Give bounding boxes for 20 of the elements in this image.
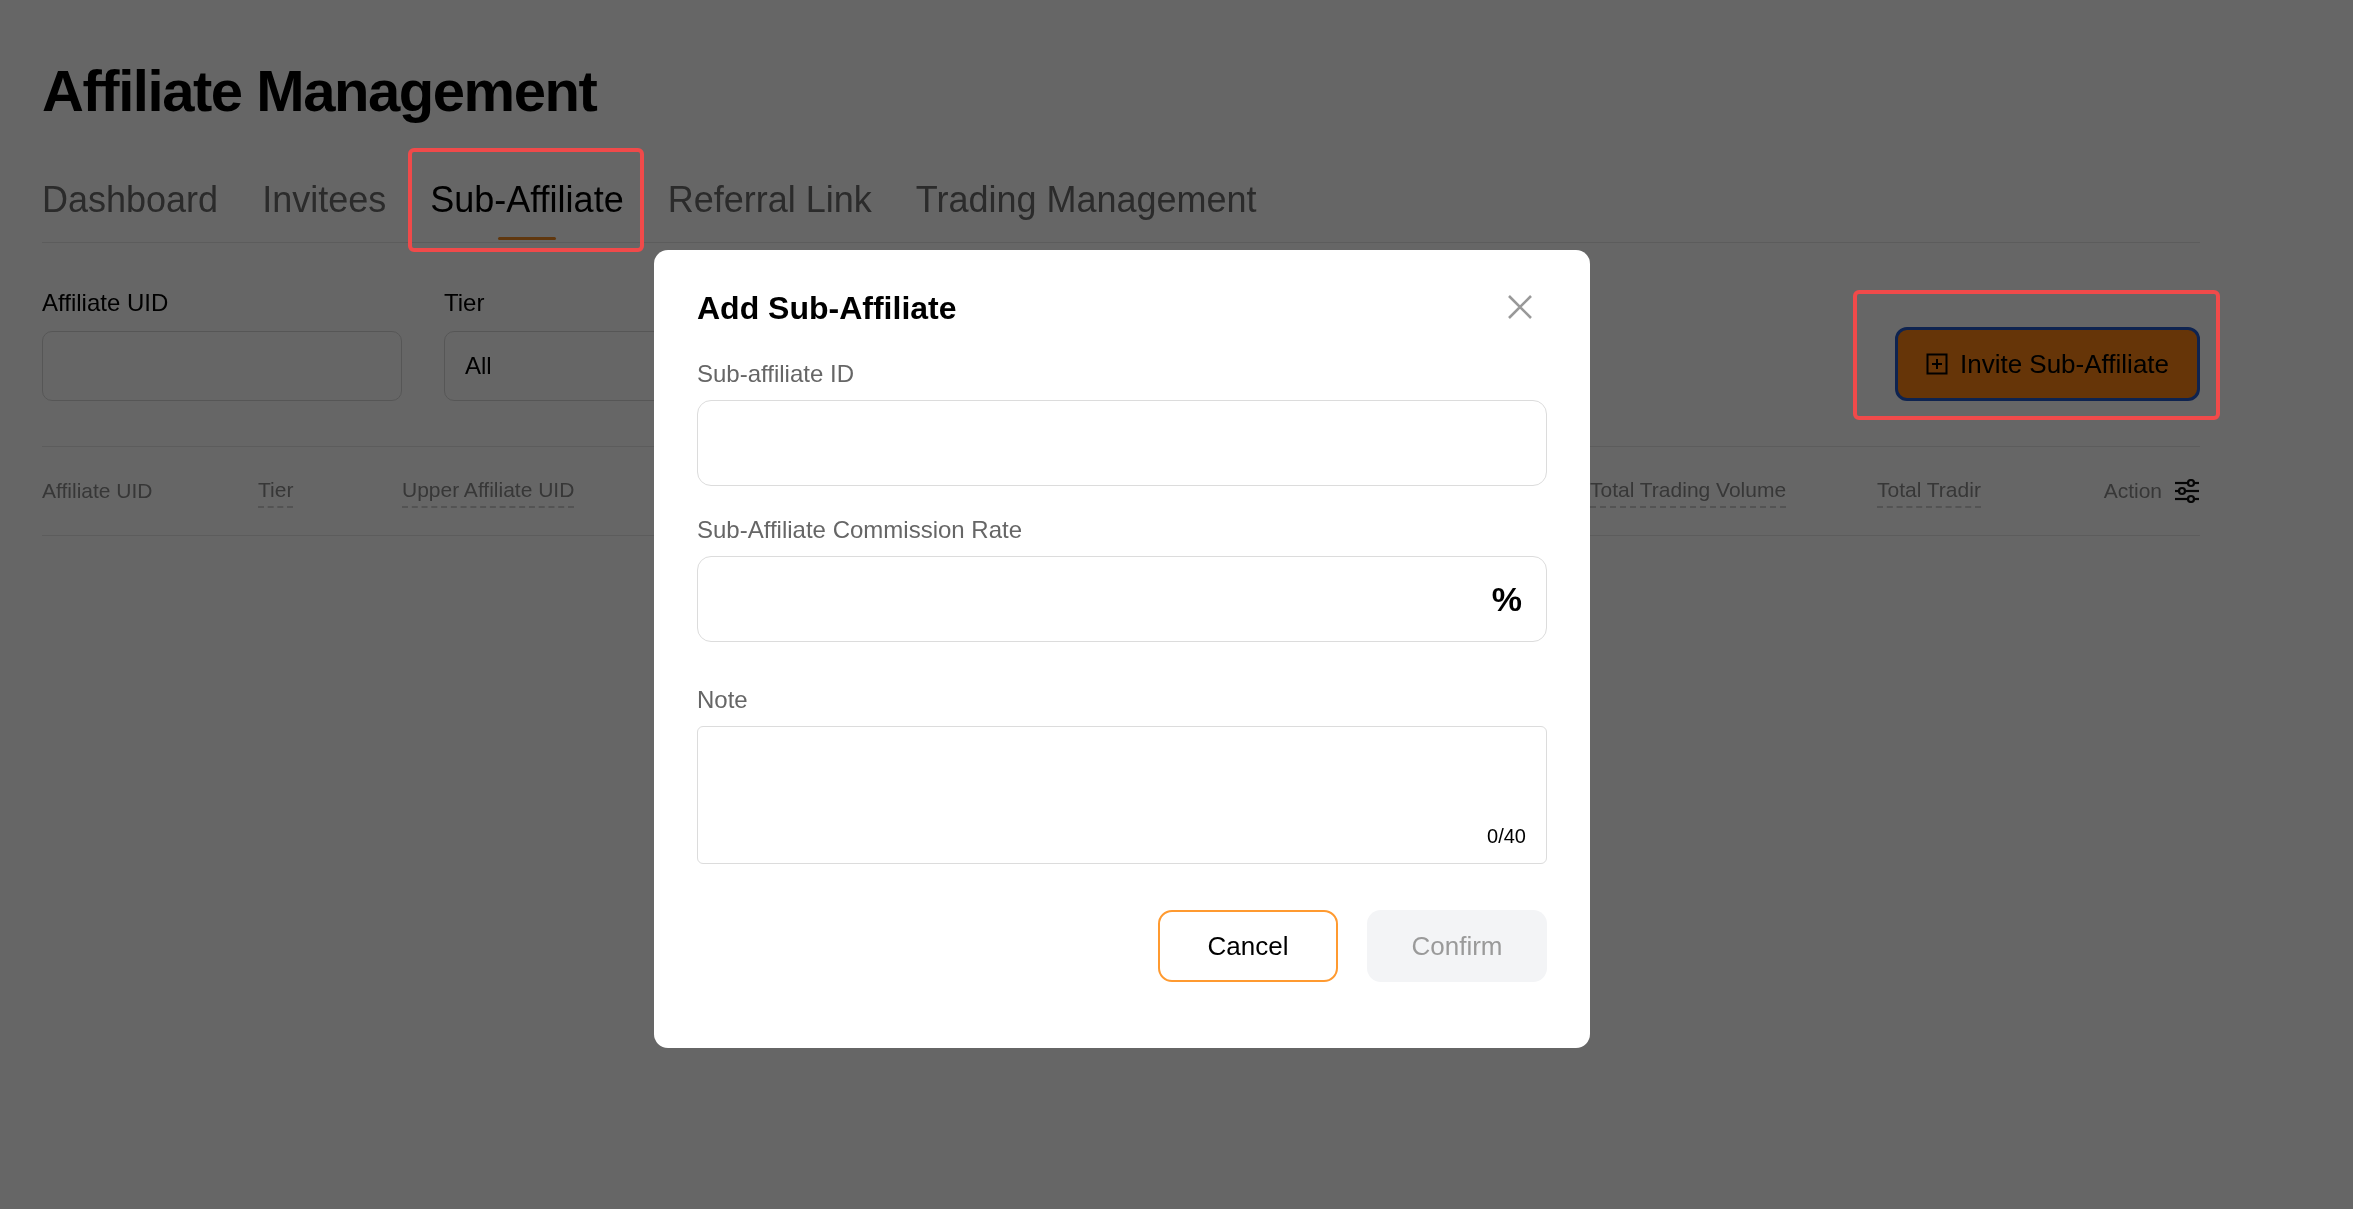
- tab[interactable]: Trading Management: [915, 178, 1257, 242]
- plus-square-icon: [1925, 353, 1948, 375]
- tab[interactable]: Referral Link: [667, 178, 872, 242]
- cancel-button[interactable]: Cancel: [1158, 910, 1338, 982]
- filter-label: Tier: [444, 291, 485, 315]
- input-field[interactable]: [697, 400, 1547, 486]
- field-label: Sub-Affiliate Commission Rate: [697, 518, 1024, 542]
- character-counter: 0/40: [1487, 824, 1526, 849]
- percent-suffix: %: [1491, 578, 1523, 620]
- textarea-field[interactable]: 0/40: [697, 726, 1547, 864]
- close-icon[interactable]: [1507, 294, 1533, 320]
- input-field[interactable]: %: [697, 556, 1547, 642]
- tab[interactable]: Sub-Affiliate: [430, 178, 624, 242]
- tab[interactable]: Invitees: [262, 178, 387, 242]
- field-label: Note: [697, 688, 749, 712]
- tab[interactable]: Dashboard: [42, 178, 219, 242]
- dialog-title: Add Sub-Affiliate: [697, 292, 957, 324]
- sliders-icon[interactable]: [2174, 479, 2200, 503]
- invite-button[interactable]: Invite Sub-Affiliate: [1895, 327, 2200, 401]
- filter-label: Affiliate UID: [42, 291, 169, 315]
